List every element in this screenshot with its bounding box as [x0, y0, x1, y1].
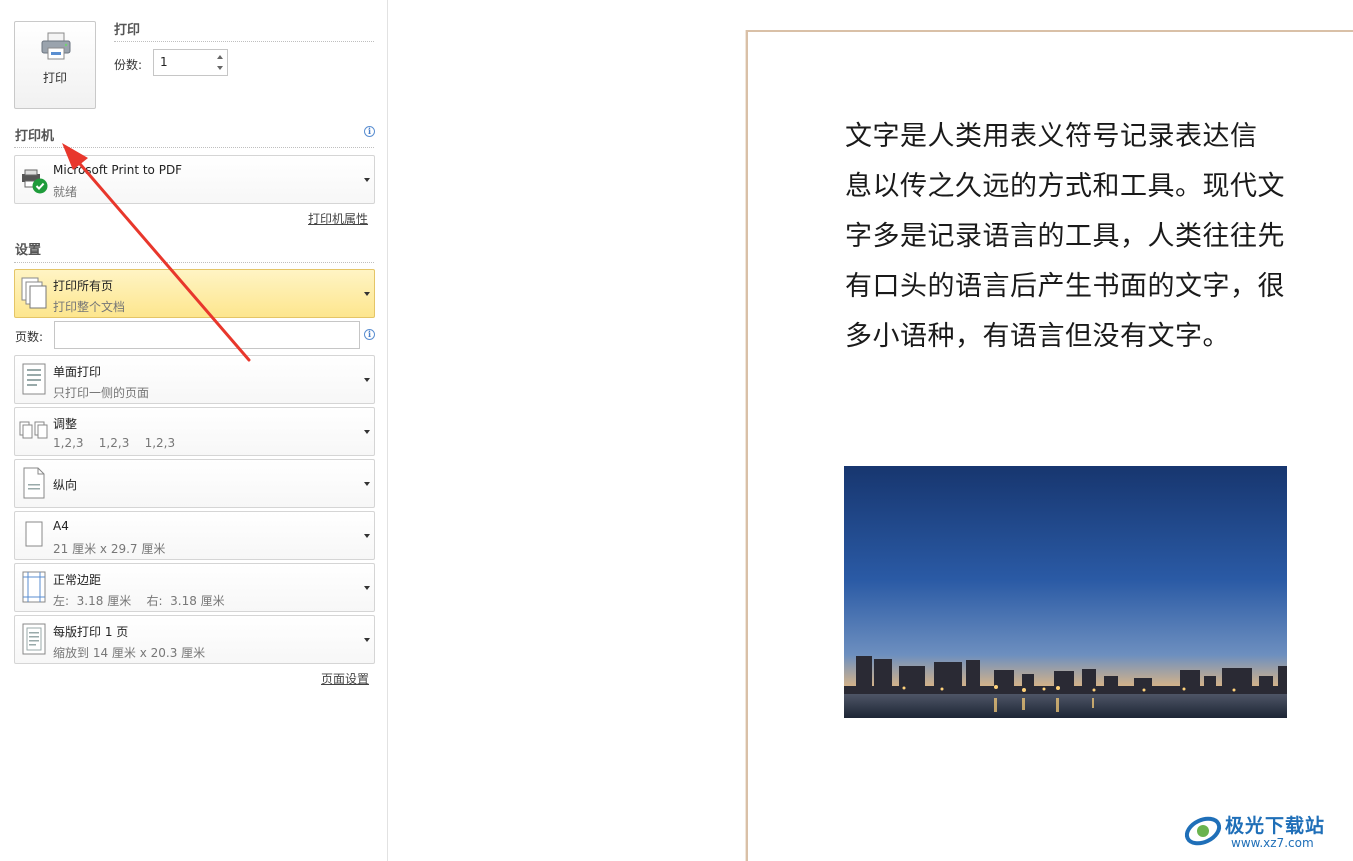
paper-size-icon	[25, 521, 43, 547]
pages-icon	[21, 277, 47, 309]
paper-size-title: A4	[53, 519, 69, 533]
margins-icon	[22, 571, 46, 603]
copies-value: 1	[160, 55, 168, 69]
pages-input[interactable]	[54, 321, 360, 349]
watermark: 极光下载站 www.xz7.com	[1183, 809, 1343, 853]
page-setup-link[interactable]: 页面设置	[321, 670, 369, 687]
pages-per-sheet-icon	[22, 623, 46, 655]
paper-size-subtitle: 21 厘米 x 29.7 厘米	[53, 542, 166, 556]
preview-line: 有口头的语言后产生书面的文字，很	[845, 271, 1285, 302]
margins-subtitle: 左: 3.18 厘米 右: 3.18 厘米	[53, 594, 225, 608]
watermark-url: www.xz7.com	[1231, 836, 1314, 850]
preview-line: 息以传之久远的方式和工具。现代文	[845, 171, 1285, 202]
collate-icon	[19, 421, 48, 439]
printer-dropdown[interactable]: Microsoft Print to PDF 就绪	[14, 155, 375, 204]
chevron-down-icon	[364, 377, 370, 382]
print-range-dropdown[interactable]: 打印所有页 打印整个文档	[14, 269, 375, 318]
orientation-title: 纵向	[53, 478, 78, 492]
watermark-logo-icon	[1184, 816, 1222, 846]
city-skyline-night-photo	[844, 466, 1287, 718]
collate-subtitle: 1,2,3 1,2,3 1,2,3	[53, 436, 176, 450]
printer-status: 就绪	[53, 185, 78, 199]
divider	[114, 41, 374, 42]
print-settings-panel: 打印 打印 份数: 1 打印机 i Microsoft Print to PDF…	[0, 0, 388, 861]
chevron-down-icon	[364, 291, 370, 296]
pages-per-sheet-title: 每版打印 1 页	[53, 625, 129, 639]
sides-title: 单面打印	[53, 365, 102, 379]
chevron-down-icon	[364, 481, 370, 486]
print-section-title: 打印	[114, 23, 141, 38]
collate-title: 调整	[53, 417, 78, 431]
print-button[interactable]: 打印	[14, 21, 96, 109]
printer-name: Microsoft Print to PDF	[53, 163, 183, 177]
orientation-dropdown[interactable]: 纵向	[14, 459, 375, 508]
divider	[14, 262, 374, 263]
portrait-icon	[23, 467, 45, 499]
preview-line: 多小语种，有语言但没有文字。	[845, 321, 1230, 352]
info-icon[interactable]: i	[364, 329, 375, 340]
chevron-down-icon	[364, 177, 370, 182]
print-button-label: 打印	[42, 71, 67, 85]
divider	[14, 147, 374, 148]
one-sided-icon	[22, 363, 46, 395]
printer-section-title: 打印机	[15, 129, 55, 144]
copies-stepper[interactable]: 1	[153, 49, 228, 76]
print-range-title: 打印所有页	[53, 279, 114, 293]
chevron-down-icon	[364, 585, 370, 590]
print-range-subtitle: 打印整个文档	[53, 300, 126, 314]
copies-label: 份数:	[114, 58, 143, 72]
info-icon[interactable]: i	[364, 126, 375, 137]
sides-dropdown[interactable]: 单面打印 只打印一侧的页面	[14, 355, 375, 404]
pages-per-sheet-dropdown[interactable]: 每版打印 1 页 缩放到 14 厘米 x 20.3 厘米	[14, 615, 375, 664]
printer-properties-link[interactable]: 打印机属性	[308, 210, 368, 227]
sides-subtitle: 只打印一侧的页面	[53, 386, 150, 400]
watermark-brand: 极光下载站	[1225, 815, 1326, 837]
chevron-down-icon	[364, 533, 370, 538]
spin-up-icon[interactable]	[217, 55, 223, 59]
settings-section-title: 设置	[15, 243, 42, 258]
chevron-down-icon	[364, 429, 370, 434]
margins-dropdown[interactable]: 正常边距 左: 3.18 厘米 右: 3.18 厘米	[14, 563, 375, 612]
chevron-down-icon	[364, 637, 370, 642]
collate-dropdown[interactable]: 调整 1,2,3 1,2,3 1,2,3	[14, 407, 375, 456]
margins-title: 正常边距	[53, 573, 102, 587]
print-preview-area: 文字是人类用表义符号记录表达信 息以传之久远的方式和工具。现代文 字多是记录语言…	[389, 0, 1353, 861]
paper-size-dropdown[interactable]: A4 21 厘米 x 29.7 厘米	[14, 511, 375, 560]
preview-line: 字多是记录语言的工具，人类往往先	[845, 221, 1285, 252]
preview-line: 文字是人类用表义符号记录表达信	[845, 121, 1258, 152]
printer-icon	[41, 32, 71, 60]
preview-text: 文字是人类用表义符号记录表达信 息以传之久远的方式和工具。现代文 字多是记录语言…	[845, 112, 1295, 362]
pages-label: 页数:	[15, 330, 44, 344]
preview-page: 文字是人类用表义符号记录表达信 息以传之久远的方式和工具。现代文 字多是记录语言…	[746, 30, 1353, 861]
spin-down-icon[interactable]	[217, 66, 223, 70]
pages-per-sheet-subtitle: 缩放到 14 厘米 x 20.3 厘米	[53, 646, 206, 660]
printer-ready-icon	[22, 169, 48, 194]
